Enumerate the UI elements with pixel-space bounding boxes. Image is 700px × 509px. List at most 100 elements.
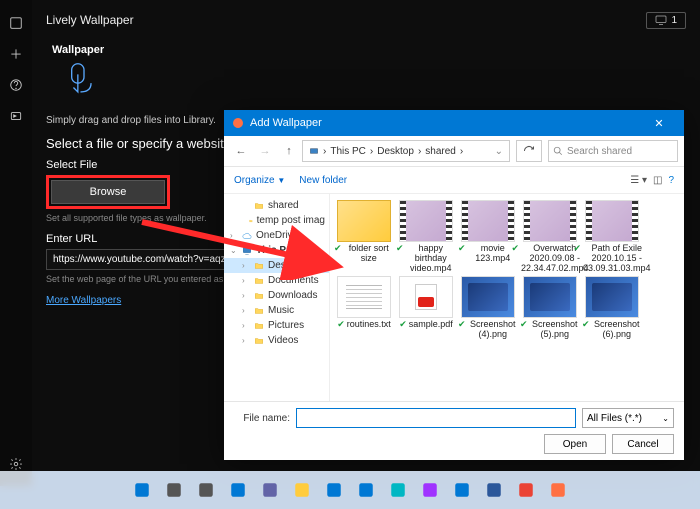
tree-item[interactable]: ›Videos [224,333,329,348]
sync-check-icon: ✔ [458,320,466,330]
file-name-input[interactable] [296,408,576,428]
tree-item-label: shared [268,200,299,211]
taskbar-photos-icon[interactable] [385,477,411,503]
more-wallpapers-link[interactable]: More Wallpapers [46,295,121,306]
folder-icon [254,276,264,286]
tree-item[interactable]: ›Downloads [224,288,329,303]
breadcrumb[interactable]: ›This PC ›Desktop ›shared › ⌄ [302,140,510,162]
tree-item-label: Documents [268,275,319,286]
taskbar-chat-icon[interactable] [257,477,283,503]
file-item[interactable]: ✔movie 123.mp4 [458,200,518,274]
file-thumb [585,200,639,242]
sync-check-icon: ✔ [458,244,466,254]
taskbar-messenger-icon[interactable] [417,477,443,503]
taskbar-search-icon[interactable] [161,477,187,503]
monitor-picker[interactable]: 1 [646,12,686,29]
tree-item-label: Downloads [268,290,317,301]
file-type-filter[interactable]: All Files (*.*)⌄ [582,408,674,428]
file-dialog: Add Wallpaper ✕ ← → ↑ ›This PC ›Desktop … [224,110,684,460]
file-thumb [337,200,391,242]
sync-check-icon: ✔ [511,244,519,254]
file-item[interactable]: ✔Screenshot (5).png [520,276,580,340]
taskbar-chrome-icon[interactable] [513,477,539,503]
file-thumb [585,276,639,318]
folder-icon [254,261,264,271]
tree-item[interactable]: ⌄This PC [224,243,329,258]
tree-item-label: Pictures [268,320,304,331]
sync-check-icon: ✔ [334,244,342,254]
preview-pane-icon[interactable]: ◫ [653,175,662,186]
file-item[interactable]: ✔Overwatch 2020.09.08 - 22.34.47.02.mp4 [520,200,580,274]
folder-icon [254,201,264,211]
stream-icon[interactable] [9,109,23,126]
sync-check-icon: ✔ [520,320,528,330]
taskbar[interactable] [0,471,700,509]
tree-item-label: OneDrive [256,230,298,241]
dialog-app-icon [232,117,244,129]
taskbar-tasks-icon[interactable] [193,477,219,503]
file-thumb [523,200,577,242]
folder-tree[interactable]: shared temp post imag›OneDrive⌄This PC›De… [224,194,330,401]
taskbar-mail-icon[interactable] [353,477,379,503]
view-options-icon[interactable]: ☰ ▾ [630,175,647,186]
tree-item[interactable]: shared [224,198,329,213]
tree-item[interactable]: temp post imag [224,213,329,228]
nav-fwd-icon[interactable]: → [254,140,276,162]
file-thumb [461,200,515,242]
help-dialog-icon[interactable]: ? [668,175,674,186]
taskbar-lively-icon[interactable] [545,477,571,503]
tree-item[interactable]: ›Music [224,303,329,318]
file-item[interactable]: ✔Screenshot (4).png [458,276,518,340]
tree-item[interactable]: ›Pictures [224,318,329,333]
add-icon[interactable] [9,47,23,64]
file-item[interactable]: ✔Path of Exile 2020.10.15 - 03.09.31.03.… [582,200,642,274]
file-item[interactable]: ✔happy birthday video.mp4 [396,200,456,274]
new-folder-button[interactable]: New folder [299,175,347,186]
wallpaper-heading: Wallpaper [52,44,686,56]
file-name: ✔sample.pdf [399,320,453,330]
file-item[interactable]: ✔routines.txt [334,276,394,340]
folder-icon [254,306,264,316]
browse-highlight: Browse [46,175,170,209]
file-name: ✔Screenshot (5).png [520,320,580,340]
taskbar-edge-icon[interactable] [449,477,475,503]
file-name: ✔movie 123.mp4 [458,244,518,264]
file-item[interactable]: ✔Screenshot (6).png [582,276,642,340]
taskbar-start-icon[interactable] [129,477,155,503]
file-name: ✔routines.txt [337,320,391,330]
file-thumb [461,276,515,318]
search-input[interactable]: Search shared [548,140,678,162]
taskbar-store-icon[interactable] [321,477,347,503]
browse-button[interactable]: Browse [51,180,165,204]
library-icon[interactable] [9,16,23,33]
cancel-button[interactable]: Cancel [612,434,674,454]
cloud-icon [242,231,252,241]
taskbar-explorer-icon[interactable] [289,477,315,503]
open-button[interactable]: Open [544,434,606,454]
file-item[interactable]: ✔folder sort size [334,200,394,274]
tree-item[interactable]: ›Documents [224,273,329,288]
folder-icon [254,336,264,346]
file-thumb [399,276,453,318]
file-grid[interactable]: ✔folder sort size✔happy birthday video.m… [330,194,684,401]
file-thumb [523,276,577,318]
tree-item[interactable]: ›Desktop [224,258,329,273]
taskbar-word-icon[interactable] [481,477,507,503]
folder-icon [254,321,264,331]
refresh-icon[interactable] [516,140,542,162]
organize-menu[interactable]: Organize ▼ [234,175,285,186]
tree-item-label: Videos [268,335,298,346]
close-icon[interactable]: ✕ [642,117,676,130]
file-name: ✔Screenshot (6).png [582,320,642,340]
file-item[interactable]: ✔sample.pdf [396,276,456,340]
pc-icon [242,246,252,256]
tree-item[interactable]: ›OneDrive [224,228,329,243]
file-thumb [399,200,453,242]
taskbar-widgets-icon[interactable] [225,477,251,503]
help-icon[interactable] [9,78,23,95]
sync-check-icon: ✔ [582,320,590,330]
nav-back-icon[interactable]: ← [230,140,252,162]
file-name-label: File name: [234,413,290,424]
nav-up-icon[interactable]: ↑ [278,140,300,162]
app-title: Lively Wallpaper [46,13,134,27]
